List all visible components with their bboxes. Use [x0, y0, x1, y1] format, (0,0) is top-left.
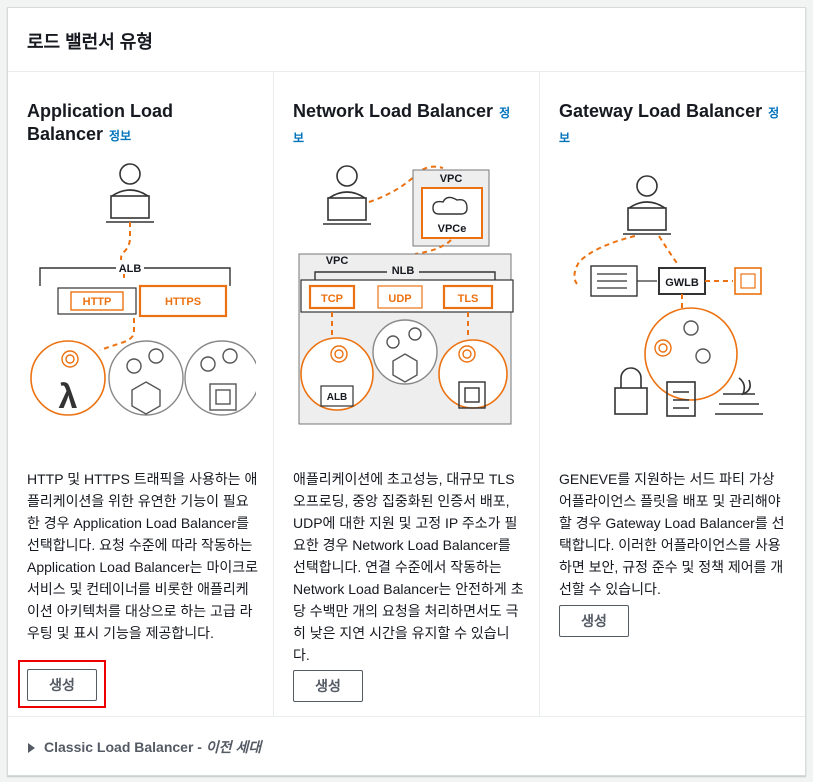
- card-application-load-balancer: Application Load Balancer 정보 ALB HTTP HT…: [8, 72, 274, 716]
- load-balancer-types-panel: 로드 밸런서 유형 Application Load Balancer 정보 AL…: [7, 7, 806, 776]
- alb-label: ALB: [119, 263, 142, 275]
- alb-diagram: ALB HTTP HTTPS λ: [30, 163, 256, 416]
- card-description: HTTP 및 HTTPS 트래픽을 사용하는 애플리케이션을 위한 유연한 기능…: [27, 471, 258, 641]
- panel-title: 로드 밸런서 유형: [8, 8, 805, 72]
- card-title: Application Load Balancer: [27, 101, 173, 144]
- user-icon: [106, 163, 154, 223]
- create-nlb-button[interactable]: 생성: [293, 670, 363, 702]
- nlb-label: NLB: [392, 265, 415, 277]
- footer-label: Classic Load Balancer: [44, 739, 194, 755]
- tls-label: TLS: [458, 293, 479, 305]
- svg-text:λ: λ: [59, 378, 78, 416]
- create-gwlb-button[interactable]: 생성: [559, 605, 629, 637]
- gwlb-diagram: GWLB: [573, 175, 763, 417]
- classic-load-balancer-expander[interactable]: Classic Load Balancer - 이전 세대: [8, 716, 805, 775]
- user-icon: [323, 165, 371, 225]
- user-icon: [623, 175, 671, 235]
- tcp-label: TCP: [321, 293, 343, 305]
- card-description: GENEVE를 지원하는 서드 파티 가상 어플라이언스 플릿을 배포 및 관리…: [559, 471, 785, 597]
- card-title: Network Load Balancer: [293, 101, 494, 121]
- http-label: HTTP: [83, 296, 112, 308]
- card-gateway-load-balancer: Gateway Load Balancer 정보 GWLB GENEVE를 지원…: [540, 72, 805, 716]
- card-network-load-balancer: Network Load Balancer 정보 VPC VPCe VPC NL…: [274, 72, 540, 716]
- create-alb-button[interactable]: 생성: [27, 669, 97, 701]
- nlb-diagram: VPC VPCe VPC NLB TCP UDP TLS ALB: [298, 165, 514, 425]
- vpc-label: VPC: [326, 255, 349, 267]
- https-label: HTTPS: [165, 296, 201, 308]
- vpc-top-label: VPC: [440, 173, 463, 185]
- card-description: 애플리케이션에 초고성능, 대규모 TLS 오프로딩, 중앙 집중화된 인증서 …: [293, 471, 524, 663]
- alb-target-label: ALB: [327, 392, 348, 403]
- caret-right-icon: [28, 743, 35, 754]
- udp-label: UDP: [388, 293, 411, 305]
- footer-sublabel: 이전 세대: [205, 739, 262, 755]
- card-title: Gateway Load Balancer: [559, 101, 763, 121]
- info-link[interactable]: 정보: [109, 129, 131, 143]
- vpce-label: VPCe: [438, 223, 467, 235]
- gwlb-label: GWLB: [665, 277, 699, 289]
